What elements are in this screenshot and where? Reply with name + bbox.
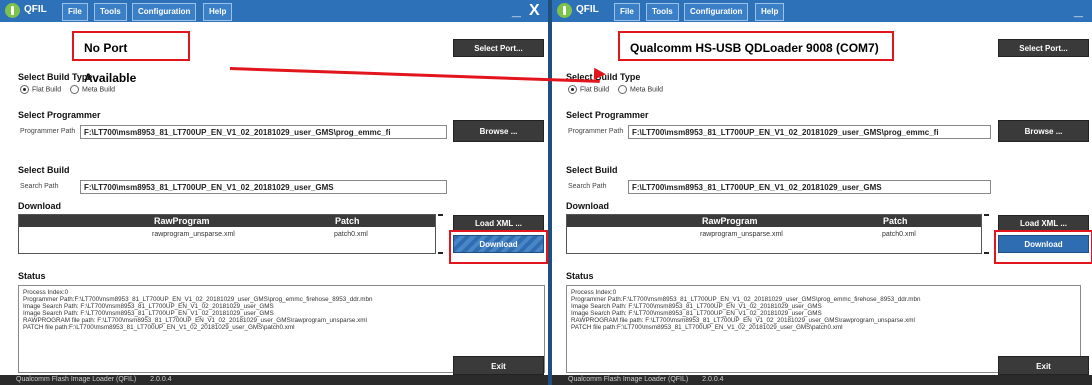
qfil-window-left: QFIL File Tools Configuration Help _ X N… <box>0 0 548 385</box>
search-path-label: Search Path <box>568 183 607 190</box>
menu-tools[interactable]: Tools <box>646 3 679 21</box>
column-rawprogram: RawProgram <box>702 216 758 226</box>
status-heading: Status <box>18 271 46 281</box>
radio-flat-build[interactable]: Flat Build <box>568 85 609 94</box>
red-arrow-head-icon <box>593 67 607 81</box>
programmer-path-field[interactable]: F:\LT700\msm8953_81_LT700UP_EN_V1_02_201… <box>80 125 447 139</box>
programmer-path-label: Programmer Path <box>568 128 624 135</box>
programmer-path-field[interactable]: F:\LT700\msm8953_81_LT700UP_EN_V1_02_201… <box>628 125 991 139</box>
status-line: Image Search Path: F:\LT700\msm8953_81_L… <box>571 303 822 310</box>
qfil-logo-icon <box>557 3 572 18</box>
radio-meta-build[interactable]: Meta Build <box>70 85 115 94</box>
port-status: No Port Available <box>72 31 190 85</box>
column-patch: Patch <box>883 216 908 226</box>
qfil-window-right: QFIL File Tools Configuration Help _ Qua… <box>552 0 1092 385</box>
download-table: RawProgram Patch rawprogram_unsparse.xml… <box>566 214 982 254</box>
status-heading: Status <box>566 271 594 281</box>
select-programmer-heading: Select Programmer <box>566 110 649 120</box>
footer: Qualcomm Flash Image Loader (QFIL) 2.0.0… <box>0 375 548 385</box>
status-line: Image Search Path: F:\LT700\msm8953_81_L… <box>23 303 274 310</box>
status-line: PATCH file path:F:\LT700\msm8953_81_LT70… <box>571 324 843 331</box>
qfil-logo-icon <box>5 3 20 18</box>
minimize-button[interactable]: _ <box>1074 0 1083 22</box>
radio-selected-icon <box>20 85 29 94</box>
port-status: Qualcomm HS-USB QDLoader 9008 (COM7) <box>618 31 894 61</box>
table-header: RawProgram Patch <box>19 215 435 227</box>
menu-file[interactable]: File <box>62 3 88 21</box>
select-programmer-heading: Select Programmer <box>18 110 101 120</box>
radio-unselected-icon <box>618 85 627 94</box>
select-build-type-heading: Select Build Type <box>18 72 93 82</box>
footer-app-name: Qualcomm Flash Image Loader (QFIL) <box>16 376 137 383</box>
close-button[interactable]: X <box>529 0 540 22</box>
radio-meta-build[interactable]: Meta Build <box>618 85 663 94</box>
app-name: QFIL <box>24 4 47 15</box>
status-line: Programmer Path:F:\LT700\msm8953_81_LT70… <box>23 296 373 303</box>
select-build-heading: Select Build <box>566 165 618 175</box>
radio-unselected-icon <box>70 85 79 94</box>
table-scrollbar[interactable] <box>437 214 444 254</box>
status-line: Image Search Path: F:\LT700\msm8953_81_L… <box>23 310 274 317</box>
status-line: Image Search Path: F:\LT700\msm8953_81_L… <box>571 310 822 317</box>
menu-tools[interactable]: Tools <box>94 3 127 21</box>
search-path-label: Search Path <box>20 183 59 190</box>
select-port-button[interactable]: Select Port... <box>453 39 544 57</box>
exit-button[interactable]: Exit <box>453 356 544 375</box>
rawprogram-cell[interactable]: rawprogram_unsparse.xml <box>700 231 783 238</box>
menu-configuration[interactable]: Configuration <box>684 3 749 21</box>
app-name: QFIL <box>576 4 599 15</box>
search-path-field[interactable]: F:\LT700\msm8953_81_LT700UP_EN_V1_02_201… <box>628 180 991 194</box>
select-build-heading: Select Build <box>18 165 70 175</box>
status-line: PATCH file path:F:\LT700\msm8953_81_LT70… <box>23 324 295 331</box>
download-highlight-box <box>449 230 548 264</box>
exit-button[interactable]: Exit <box>998 356 1089 375</box>
radio-selected-icon <box>568 85 577 94</box>
download-table: RawProgram Patch rawprogram_unsparse.xml… <box>18 214 436 254</box>
title-bar: QFIL File Tools Configuration Help _ <box>552 0 1092 22</box>
minimize-button[interactable]: _ <box>512 0 521 22</box>
footer-app-name: Qualcomm Flash Image Loader (QFIL) <box>568 376 689 383</box>
search-path-field[interactable]: F:\LT700\msm8953_81_LT700UP_EN_V1_02_201… <box>80 180 447 194</box>
rawprogram-cell[interactable]: rawprogram_unsparse.xml <box>152 231 235 238</box>
status-line: Programmer Path:F:\LT700\msm8953_81_LT70… <box>571 296 921 303</box>
load-xml-button[interactable]: Load XML ... <box>453 215 544 231</box>
browse-button[interactable]: Browse ... <box>453 120 544 142</box>
footer-version: 2.0.0.4 <box>702 376 724 383</box>
status-line: Process Index:0 <box>23 289 69 296</box>
status-line: RAWPROGRAM file path: F:\LT700\msm8953_8… <box>23 317 367 324</box>
menu-help[interactable]: Help <box>755 3 785 21</box>
column-rawprogram: RawProgram <box>154 216 210 226</box>
title-bar: QFIL File Tools Configuration Help _ X <box>0 0 548 22</box>
menu-file[interactable]: File <box>614 3 640 21</box>
browse-button[interactable]: Browse ... <box>998 120 1089 142</box>
download-heading: Download <box>18 201 61 211</box>
column-patch: Patch <box>335 216 360 226</box>
menu-help[interactable]: Help <box>203 3 233 21</box>
radio-flat-build[interactable]: Flat Build <box>20 85 61 94</box>
patch-cell[interactable]: patch0.xml <box>882 231 916 238</box>
download-heading: Download <box>566 201 609 211</box>
download-highlight-box <box>994 230 1092 264</box>
footer-version: 2.0.0.4 <box>150 376 172 383</box>
status-line: Process Index:0 <box>571 289 617 296</box>
patch-cell[interactable]: patch0.xml <box>334 231 368 238</box>
table-header: RawProgram Patch <box>567 215 981 227</box>
programmer-path-label: Programmer Path <box>20 128 76 135</box>
footer: Qualcomm Flash Image Loader (QFIL) 2.0.0… <box>552 375 1092 385</box>
select-port-button[interactable]: Select Port... <box>998 39 1089 57</box>
menu-configuration[interactable]: Configuration <box>132 3 197 21</box>
status-line: RAWPROGRAM file path: F:\LT700\msm8953_8… <box>571 317 915 324</box>
table-scrollbar[interactable] <box>983 214 990 254</box>
load-xml-button[interactable]: Load XML ... <box>998 215 1089 231</box>
